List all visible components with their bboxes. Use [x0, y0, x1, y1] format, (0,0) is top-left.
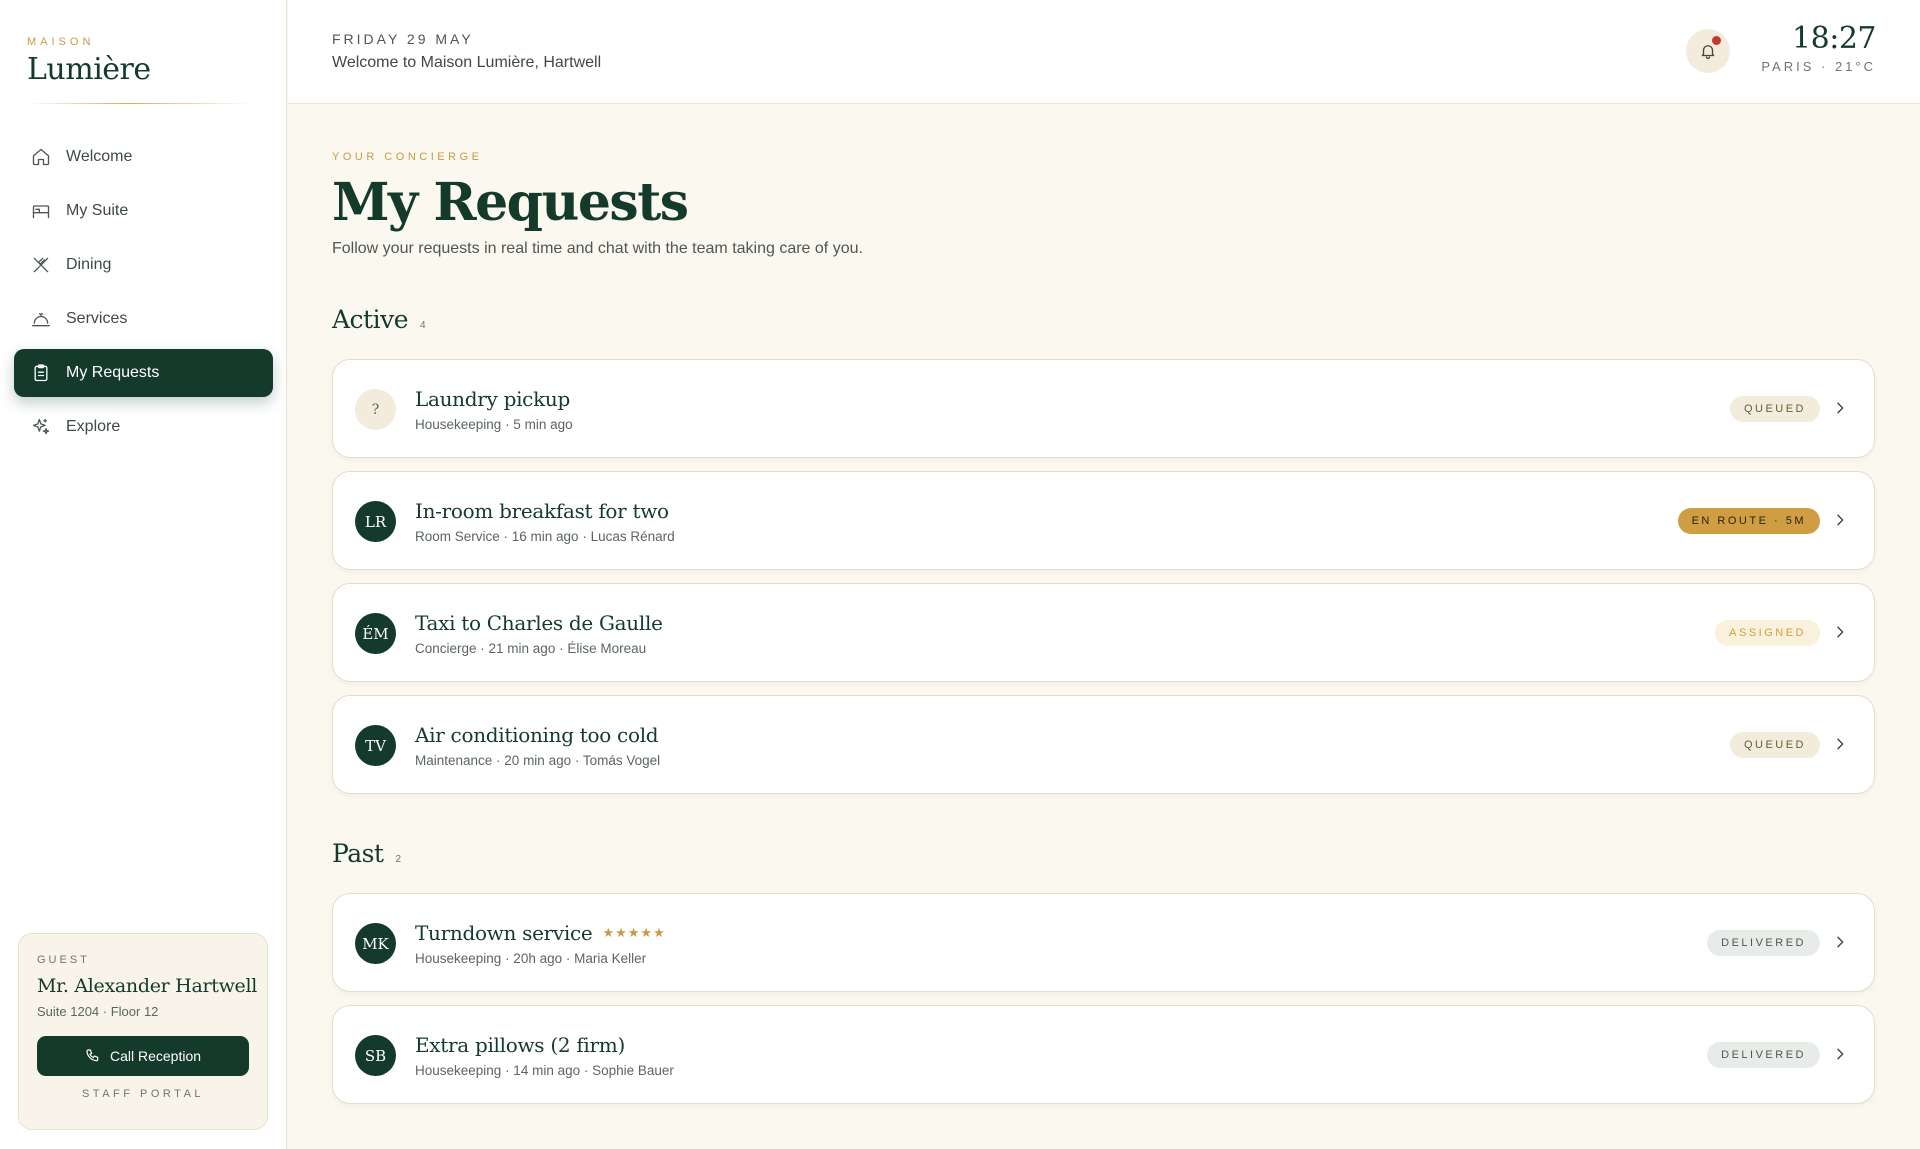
request-title: Extra pillows (2 firm) — [415, 1033, 625, 1057]
page-eyebrow: YOUR CONCIERGE — [332, 151, 483, 163]
nav-item-explore[interactable]: Explore — [14, 403, 273, 451]
request-card[interactable]: SB Extra pillows (2 firm) Housekeeping ·… — [332, 1005, 1875, 1104]
brand-name: Lumière — [27, 52, 151, 87]
request-meta: Housekeeping · 20h ago · Maria Keller — [415, 951, 647, 966]
request-meta: Room Service · 16 min ago · Lucas Rénard — [415, 529, 675, 544]
notifications-button[interactable] — [1686, 29, 1730, 73]
header-welcome: Welcome to Maison Lumière, Hartwell — [332, 54, 602, 71]
nav-item-my-suite[interactable]: My Suite — [14, 187, 273, 235]
status-badge: DELIVERED — [1707, 930, 1820, 956]
request-title-text: Taxi to Charles de Gaulle — [415, 611, 663, 635]
past-section-header: Past 2 — [332, 839, 401, 868]
request-meta: Maintenance · 20 min ago · Tomás Vogel — [415, 753, 661, 768]
clipboard-icon — [31, 363, 51, 383]
avatar: ? — [355, 389, 396, 430]
active-section-header: Active 4 — [332, 305, 426, 334]
guest-name: Mr. Alexander Hartwell — [37, 975, 258, 997]
request-title-text: Laundry pickup — [415, 387, 570, 411]
avatar: TV — [355, 725, 396, 766]
call-reception-label: Call Reception — [109, 1048, 202, 1064]
sparkles-icon — [31, 417, 51, 437]
request-meta: Concierge · 21 min ago · Élise Moreau — [415, 641, 647, 656]
staff-portal-link[interactable]: STAFF PORTAL — [37, 1088, 249, 1100]
bed-icon — [31, 201, 51, 221]
guest-suite: Suite 1204 · Floor 12 — [37, 1004, 159, 1019]
request-card[interactable]: TV Air conditioning too cold Maintenance… — [332, 695, 1875, 794]
sidebar: MAISON Lumière Welcome My Suite Dining S… — [0, 0, 287, 1149]
chevron-right-icon — [1832, 400, 1848, 416]
active-section-title: Active — [332, 305, 409, 334]
nav-item-dining[interactable]: Dining — [14, 241, 273, 289]
request-title-text: In-room breakfast for two — [415, 499, 669, 523]
request-title-text: Turndown service — [415, 921, 593, 945]
active-section-count: 4 — [420, 320, 426, 331]
status-badge: ASSIGNED — [1715, 620, 1820, 646]
nav-item-services[interactable]: Services — [14, 295, 273, 343]
home-icon — [31, 147, 51, 167]
top-header: FRIDAY 29 MAY Welcome to Maison Lumière,… — [288, 0, 1920, 104]
request-card[interactable]: LR In-room breakfast for two Room Servic… — [332, 471, 1875, 570]
status-badge: DELIVERED — [1707, 1042, 1820, 1068]
avatar: LR — [355, 501, 396, 542]
brand-logo[interactable]: MAISON Lumière — [27, 36, 151, 87]
nav-item-welcome[interactable]: Welcome — [14, 133, 273, 181]
status-badge: EN ROUTE · 5M — [1677, 508, 1820, 534]
request-card[interactable]: MK Turndown service ★★★★★ Housekeeping ·… — [332, 893, 1875, 992]
avatar: ÉM — [355, 613, 396, 654]
clock-location-weather: PARIS · 21°C — [1761, 59, 1876, 74]
request-title-text: Extra pillows (2 firm) — [415, 1033, 625, 1057]
nav-label: Services — [66, 310, 128, 327]
page-subtitle: Follow your requests in real time and ch… — [332, 240, 863, 257]
request-title: Laundry pickup — [415, 387, 570, 411]
nav-label: Explore — [66, 418, 121, 435]
past-section-title: Past — [332, 839, 384, 868]
status-badge: QUEUED — [1729, 396, 1820, 422]
request-title: Turndown service ★★★★★ — [415, 921, 666, 945]
request-meta: Housekeeping · 5 min ago — [415, 417, 573, 432]
past-section-count: 2 — [395, 854, 402, 865]
page-title: My Requests — [332, 172, 689, 233]
utensils-icon — [31, 255, 51, 275]
request-title: Taxi to Charles de Gaulle — [415, 611, 663, 635]
clock: 18:27 PARIS · 21°C — [1761, 21, 1876, 75]
nav-label: Dining — [66, 256, 112, 273]
request-card[interactable]: ? Laundry pickup Housekeeping · 5 min ag… — [332, 359, 1875, 458]
bell-service-icon — [31, 309, 51, 329]
request-title: In-room breakfast for two — [415, 499, 669, 523]
nav-label: Welcome — [66, 148, 133, 165]
nav-label: My Requests — [66, 364, 160, 381]
chevron-right-icon — [1832, 934, 1848, 950]
guest-card: GUEST Mr. Alexander Hartwell Suite 1204 … — [18, 933, 268, 1130]
clock-time: 18:27 — [1792, 21, 1876, 56]
header-date: FRIDAY 29 MAY — [332, 31, 474, 47]
guest-label: GUEST — [37, 954, 90, 966]
request-meta: Housekeeping · 14 min ago · Sophie Bauer — [415, 1063, 674, 1078]
request-title: Air conditioning too cold — [415, 723, 659, 747]
chevron-right-icon — [1832, 512, 1848, 528]
nav-label: My Suite — [66, 202, 129, 219]
chevron-right-icon — [1832, 1046, 1848, 1062]
request-card[interactable]: ÉM Taxi to Charles de Gaulle Concierge ·… — [332, 583, 1875, 682]
chevron-right-icon — [1832, 736, 1848, 752]
call-reception-button[interactable]: Call Reception — [37, 1036, 249, 1076]
request-title-text: Air conditioning too cold — [415, 723, 659, 747]
brand-eyebrow: MAISON — [27, 36, 95, 48]
phone-icon — [85, 1048, 110, 1064]
status-badge: QUEUED — [1729, 732, 1820, 758]
star-rating: ★★★★★ — [602, 925, 666, 941]
main-nav: Welcome My Suite Dining Services My Requ… — [14, 133, 273, 457]
notification-dot — [1712, 36, 1721, 45]
avatar: MK — [355, 923, 396, 964]
nav-item-my-requests[interactable]: My Requests — [14, 349, 273, 397]
avatar: SB — [355, 1035, 396, 1076]
chevron-right-icon — [1832, 624, 1848, 640]
brand-divider — [27, 103, 252, 104]
